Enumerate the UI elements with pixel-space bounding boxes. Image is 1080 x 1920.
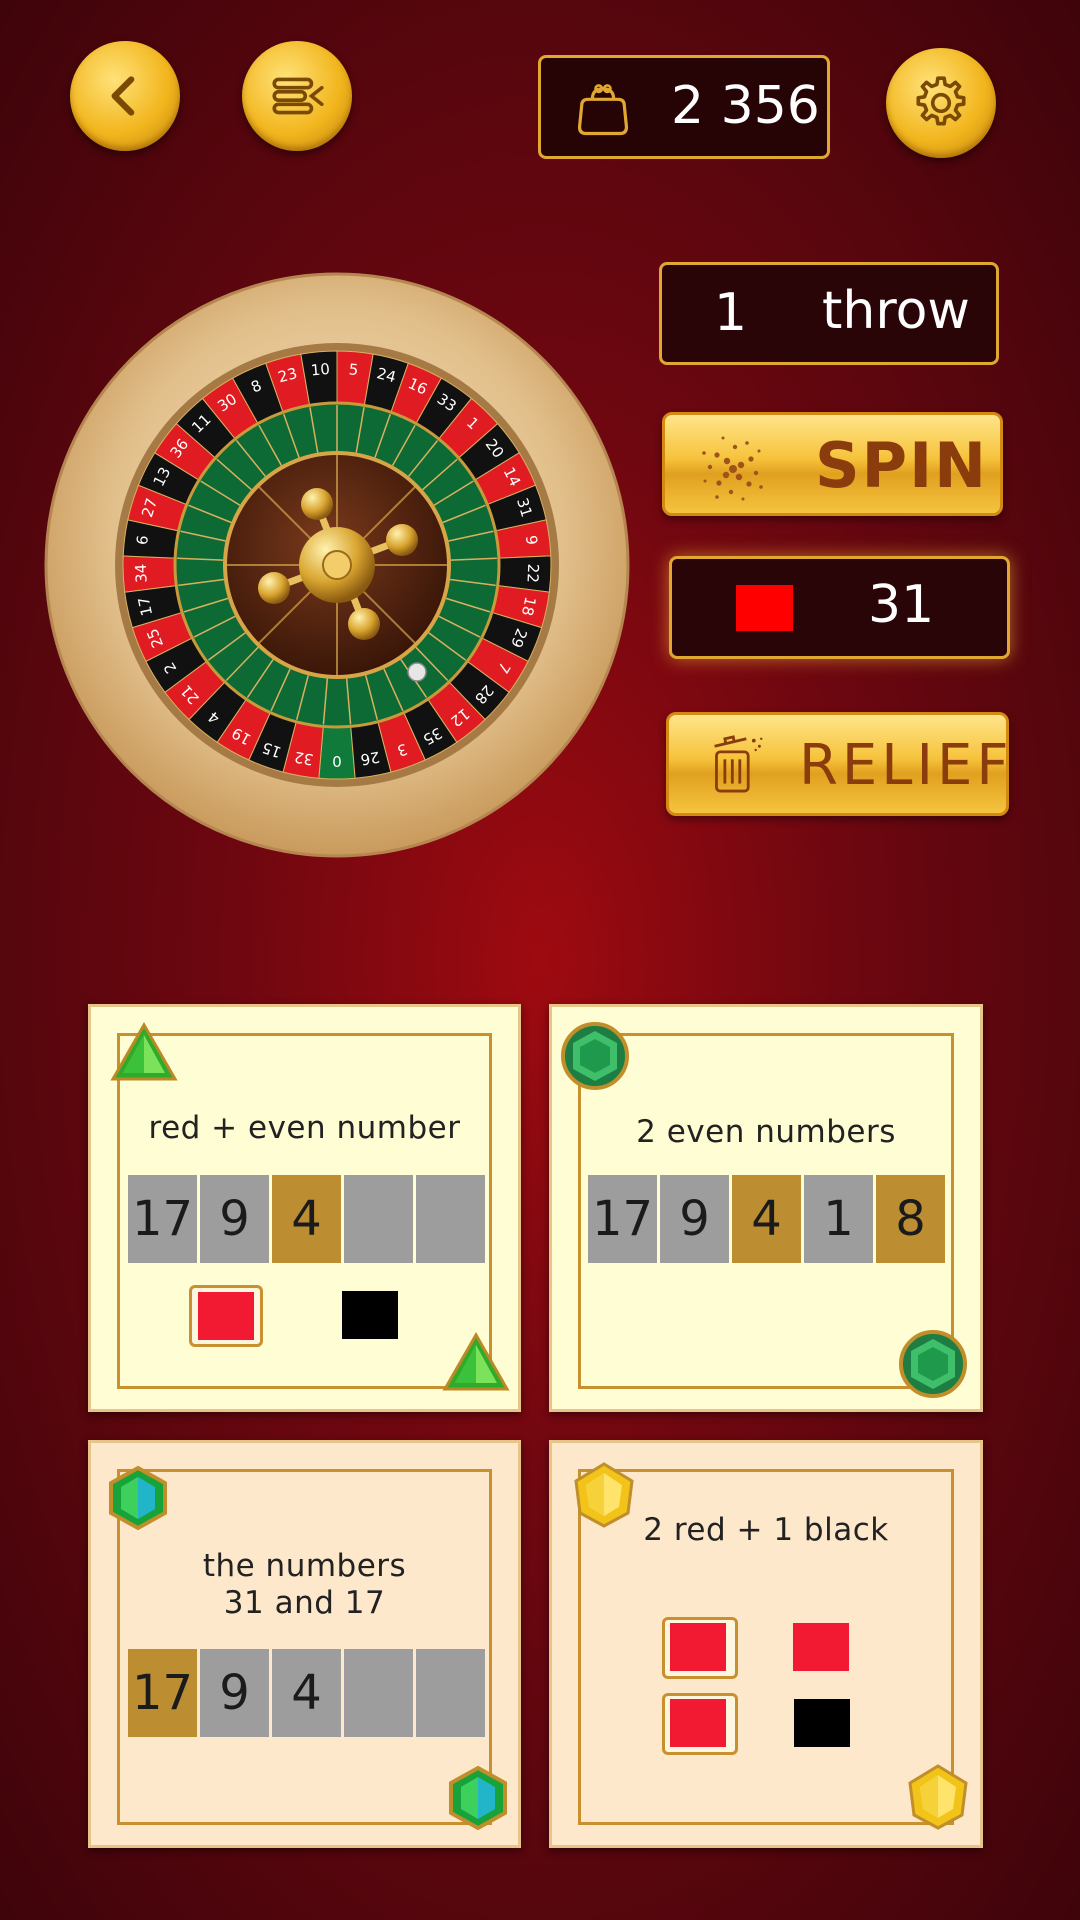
red-chip <box>793 1623 849 1671</box>
slot <box>344 1175 413 1263</box>
card-3-slots: 17 9 4 <box>128 1649 485 1737</box>
roulette-ball <box>407 662 427 682</box>
result-number: 31 <box>868 575 935 635</box>
slot: 4 <box>272 1175 341 1263</box>
slot: 4 <box>272 1649 341 1737</box>
throw-label: throw <box>822 281 970 341</box>
red-chip <box>670 1623 726 1671</box>
gear-icon <box>916 76 966 126</box>
wheel-pocket-number: 26 <box>359 748 381 769</box>
wheel-pocket-number: 5 <box>348 360 359 379</box>
card-frame <box>117 1469 492 1825</box>
slot: 17 <box>128 1649 197 1737</box>
back-button[interactable] <box>70 41 180 151</box>
slot <box>416 1175 485 1263</box>
slot: 17 <box>128 1175 197 1263</box>
bet-card-2[interactable]: 2 even numbers 17 9 4 1 8 <box>549 1004 983 1412</box>
slot: 1 <box>804 1175 873 1263</box>
roulette-wheel: 03215194212251734627133611308 23 10 5 24 1633… <box>44 272 630 858</box>
bet-card-1[interactable]: red + even number 17 9 4 <box>88 1004 521 1412</box>
green-triangle-gem-icon <box>442 1331 510 1391</box>
slot: 9 <box>660 1175 729 1263</box>
card-2-title: 2 even numbers <box>636 1114 896 1150</box>
bet-card-4[interactable]: 2 red + 1 black <box>549 1440 983 1848</box>
trash-can-icon <box>714 735 763 793</box>
wheel-pocket-number: 22 <box>523 563 542 583</box>
green-blue-gem-icon <box>109 1465 167 1531</box>
green-blue-gem-icon <box>449 1765 507 1831</box>
card-1-title: red + even number <box>148 1110 461 1146</box>
relief-label: RELIEF <box>799 733 1013 798</box>
slot: 4 <box>732 1175 801 1263</box>
emerald-gem-icon <box>561 1022 629 1090</box>
wheel-pocket-number: 34 <box>132 563 151 583</box>
slot: 9 <box>200 1175 269 1263</box>
menu-collapse-icon <box>272 77 324 115</box>
wheel-pocket-number: 10 <box>310 360 331 380</box>
throw-count: 1 <box>714 283 748 343</box>
slot: 9 <box>200 1649 269 1737</box>
bet-card-3[interactable]: the numbers 31 and 17 17 9 4 <box>88 1440 521 1848</box>
spin-button[interactable]: SPIN <box>662 412 1003 516</box>
card-3-title-line1: the numbers <box>202 1548 407 1584</box>
purse-icon <box>577 84 629 136</box>
card-4-title: 2 red + 1 black <box>643 1512 889 1548</box>
spin-label: SPIN <box>815 429 989 502</box>
card-1-slots: 17 9 4 <box>128 1175 485 1263</box>
slot <box>344 1649 413 1737</box>
slot: 8 <box>876 1175 945 1263</box>
relief-button[interactable]: RELIEF <box>666 712 1009 816</box>
slot <box>416 1649 485 1737</box>
result-color-swatch <box>736 585 793 631</box>
black-chip <box>342 1291 398 1339</box>
wallet-amount: 2 356 <box>671 76 820 136</box>
red-chip <box>670 1699 726 1747</box>
wheel-pocket-number: 32 <box>293 748 315 769</box>
wheel-pocket-number: 0 <box>332 752 342 770</box>
yellow-gem-icon <box>908 1764 968 1830</box>
result-panel: 31 <box>669 556 1010 659</box>
menu-button[interactable] <box>242 41 352 151</box>
card-3-title-line2: 31 and 17 <box>223 1585 386 1621</box>
black-chip <box>794 1699 850 1747</box>
card-2-slots: 17 9 4 1 8 <box>588 1175 945 1263</box>
settings-button[interactable] <box>886 48 996 158</box>
green-triangle-gem-icon <box>110 1021 178 1081</box>
wallet-panel: 2 356 <box>538 55 830 159</box>
chevron-left-icon <box>111 76 135 116</box>
red-chip <box>198 1292 254 1340</box>
emerald-gem-icon <box>899 1330 967 1398</box>
spiral-icon <box>702 436 763 501</box>
throw-panel: 1 throw <box>659 262 999 365</box>
slot: 17 <box>588 1175 657 1263</box>
